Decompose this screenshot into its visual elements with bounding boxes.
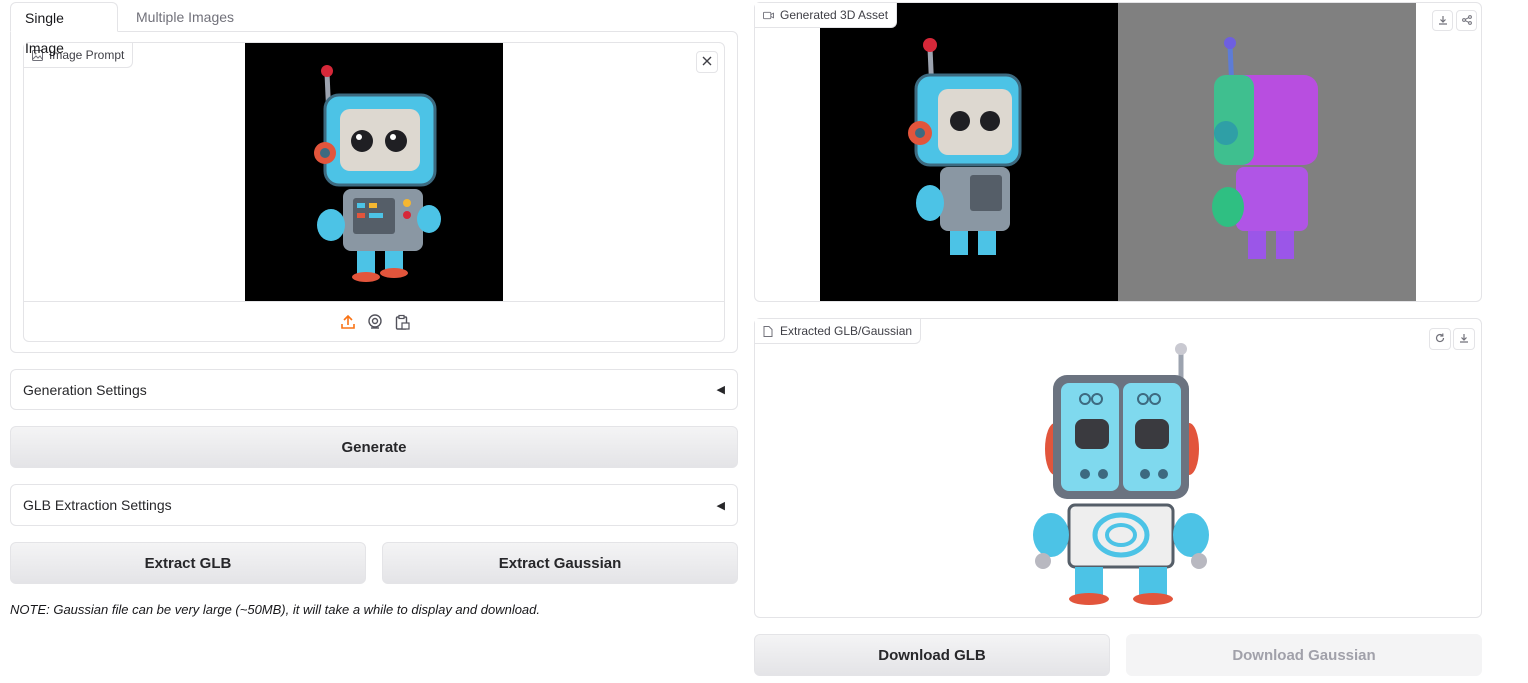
extracted-glb-gaussian-panel: Extracted GLB/Gaussian bbox=[754, 318, 1482, 618]
glb-extraction-settings-accordion[interactable]: GLB Extraction Settings ◀ bbox=[10, 484, 738, 526]
caret-left-icon: ◀ bbox=[716, 384, 725, 396]
generated-3d-asset-panel: Generated 3D Asset bbox=[754, 2, 1482, 302]
download-icon bbox=[1459, 330, 1469, 348]
download-video-button[interactable] bbox=[1432, 10, 1453, 31]
caret-left-icon: ◀ bbox=[716, 499, 725, 512]
close-icon bbox=[702, 53, 712, 71]
download-icon bbox=[1438, 12, 1448, 30]
clear-image-button[interactable] bbox=[696, 51, 718, 73]
model-3d-viewer[interactable] bbox=[1025, 339, 1215, 609]
tab-multiple-images[interactable]: Multiple Images bbox=[122, 2, 248, 32]
extracted-glb-gaussian-label: Extracted GLB/Gaussian bbox=[755, 319, 922, 344]
share-video-button[interactable] bbox=[1456, 10, 1477, 31]
download-gaussian-button[interactable]: Download Gaussian bbox=[1126, 634, 1482, 676]
download-model-button[interactable] bbox=[1453, 328, 1475, 350]
tab-single-image[interactable]: Single Image bbox=[10, 2, 118, 56]
share-icon bbox=[1461, 12, 1472, 30]
clipboard-icon[interactable] bbox=[394, 314, 410, 330]
rendered-color-video bbox=[820, 3, 1118, 301]
image-source-toolbar bbox=[24, 301, 724, 341]
generated-3d-asset-label-text: Generated 3D Asset bbox=[780, 8, 889, 22]
generate-button[interactable]: Generate bbox=[10, 426, 738, 468]
refresh-icon bbox=[1435, 330, 1445, 348]
rendered-normal-video bbox=[1118, 3, 1416, 301]
extracted-glb-gaussian-label-text: Extracted GLB/Gaussian bbox=[780, 324, 913, 338]
image-prompt-box: Image Prompt bbox=[23, 42, 725, 342]
file-icon bbox=[763, 325, 774, 337]
webcam-icon[interactable] bbox=[367, 314, 383, 330]
extract-glb-button[interactable]: Extract GLB bbox=[10, 542, 366, 584]
extract-gaussian-button[interactable]: Extract Gaussian bbox=[382, 542, 738, 584]
uploaded-robot-image bbox=[245, 43, 503, 301]
generation-settings-label: Generation Settings bbox=[23, 381, 147, 398]
download-glb-button[interactable]: Download GLB bbox=[754, 634, 1110, 676]
generated-3d-asset-label: Generated 3D Asset bbox=[755, 3, 898, 28]
generation-settings-accordion[interactable]: Generation Settings ◀ bbox=[10, 369, 738, 410]
glb-extraction-settings-label: GLB Extraction Settings bbox=[23, 497, 172, 513]
video-icon bbox=[763, 10, 774, 21]
reset-view-button[interactable] bbox=[1429, 328, 1451, 350]
upload-icon[interactable] bbox=[340, 314, 356, 330]
gaussian-size-note: NOTE: Gaussian file can be very large (~… bbox=[10, 602, 541, 617]
